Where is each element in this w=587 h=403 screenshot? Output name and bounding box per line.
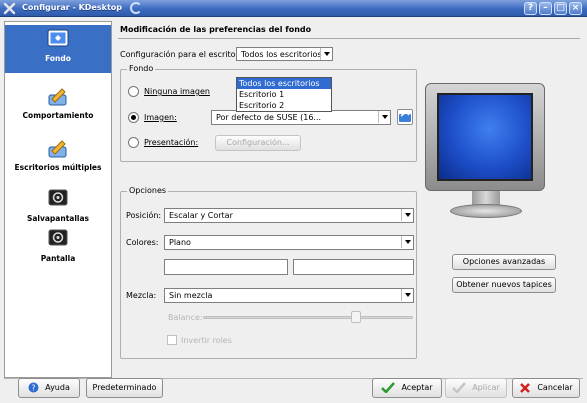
chevron-down-icon — [401, 289, 413, 301]
wallpaper-preview — [437, 93, 533, 181]
browse-image-button[interactable] — [397, 109, 413, 125]
image-select-value: Por defecto de SUSE (16... — [216, 113, 322, 122]
desktop-tools-icon — [48, 88, 67, 106]
sidebar: Fondo Comportamiento Escritorios múltipl… — [4, 21, 112, 378]
position-select-value: Escalar y Cortar — [169, 211, 233, 220]
open-folder-icon — [399, 110, 411, 122]
balance-label: Balance: — [168, 313, 203, 322]
help-button[interactable]: ? Ayuda — [18, 378, 80, 398]
slideshow-radio[interactable] — [128, 137, 139, 148]
cancel-button-label: Cancelar — [537, 383, 573, 392]
cancel-x-icon — [520, 382, 531, 393]
slideshow-label: Presentación: — [144, 138, 199, 147]
balance-slider-handle[interactable] — [351, 311, 361, 323]
desktop-selector-value: Todos los escritorios — [241, 50, 322, 59]
blend-label: Mezcla: — [126, 291, 157, 300]
slideshow-config-button[interactable]: Configuración... — [215, 135, 301, 151]
title-bar: Configurar - KDesktop ? – □ × — [0, 0, 587, 17]
monitor-base — [450, 204, 522, 218]
colors-select-value: Plano — [169, 238, 191, 247]
desktop-selector[interactable]: Todos los escritorios — [236, 47, 333, 61]
colors-select[interactable]: Plano — [164, 235, 414, 250]
cancel-button[interactable]: Cancelar — [512, 378, 580, 398]
sidebar-item-comportamiento[interactable]: Comportamiento — [5, 82, 111, 126]
window-title: Configurar - KDesktop — [22, 3, 122, 12]
chevron-down-icon — [401, 209, 413, 221]
sidebar-item-label: Comportamiento — [22, 111, 94, 120]
balance-slider[interactable] — [203, 316, 413, 319]
kde-tools-icon — [3, 2, 16, 15]
desktop-dropdown-menu: Todos los escritorios Escritorio 1 Escri… — [236, 77, 332, 112]
position-select[interactable]: Escalar y Cortar — [164, 208, 414, 223]
maximize-button[interactable]: □ — [554, 2, 567, 15]
sidebar-item-salvapantallas[interactable]: Salvapantallas — [5, 185, 111, 225]
no-image-radio[interactable] — [128, 86, 139, 97]
divider — [118, 38, 580, 39]
sidebar-item-label: Salvapantallas — [26, 214, 90, 223]
invert-roles-checkbox[interactable] — [167, 335, 177, 345]
get-new-wallpapers-button[interactable]: Obtener nuevos tapices — [452, 277, 556, 293]
page-title: Modificación de las preferencias del fon… — [120, 25, 312, 34]
apply-button[interactable]: Aplicar — [445, 378, 507, 398]
close-button[interactable]: × — [569, 2, 582, 15]
dropdown-option[interactable]: Todos los escritorios — [237, 78, 331, 89]
color2-field[interactable] — [293, 259, 414, 275]
sidebar-item-escritorios-multiples[interactable]: Escritorios múltiples — [5, 134, 111, 178]
monitor-preview — [425, 83, 545, 191]
checkmark-icon — [381, 382, 396, 393]
defaults-button[interactable]: Predeterminado — [86, 378, 163, 398]
sidebar-item-label: Fondo — [45, 54, 71, 63]
multiple-desktops-icon — [48, 140, 67, 158]
accept-button-label: Aceptar — [401, 383, 433, 392]
position-label: Posición: — [126, 211, 162, 220]
checkmark-icon — [452, 382, 467, 393]
screensaver-icon — [48, 189, 68, 206]
chevron-down-icon — [401, 236, 413, 248]
monitor-icon — [47, 29, 69, 47]
help-button-label: Ayuda — [45, 383, 70, 392]
opciones-group: Opciones Posición: Escalar y Cortar Colo… — [120, 186, 417, 359]
dialog-window: Fondo Comportamiento Escritorios múltipl… — [0, 17, 587, 403]
sidebar-item-fondo[interactable]: Fondo — [5, 25, 111, 73]
sidebar-item-pantalla[interactable]: Pantalla — [5, 225, 111, 265]
dropdown-option[interactable]: Escritorio 2 — [237, 100, 331, 111]
image-select[interactable]: Por defecto de SUSE (16... — [211, 110, 391, 125]
accept-button[interactable]: Aceptar — [372, 378, 442, 398]
window-swirl-icon — [130, 2, 142, 14]
svg-text:?: ? — [32, 383, 36, 392]
apply-button-label: Aplicar — [472, 383, 500, 392]
image-label: Imagen: — [144, 113, 177, 122]
invert-roles-label: Invertir roles — [181, 336, 232, 345]
no-image-label: Ninguna imagen — [144, 87, 210, 96]
dropdown-option[interactable]: Escritorio 1 — [237, 89, 331, 100]
opciones-group-title: Opciones — [127, 186, 169, 195]
display-icon — [48, 229, 68, 246]
blend-select-value: Sin mezcla — [169, 291, 213, 300]
help-title-button[interactable]: ? — [524, 2, 537, 15]
color1-field[interactable] — [164, 259, 288, 275]
sidebar-item-label: Escritorios múltiples — [14, 163, 102, 172]
blend-select[interactable]: Sin mezcla — [164, 288, 414, 303]
desktop-selector-label: Configuración para el escritorio: — [120, 50, 249, 59]
help-icon: ? — [28, 382, 39, 393]
main-content: Modificación de las preferencias del fon… — [118, 21, 584, 378]
chevron-down-icon — [320, 48, 332, 60]
advanced-options-button[interactable]: Opciones avanzadas — [452, 254, 556, 270]
chevron-down-icon — [378, 111, 390, 123]
minimize-button[interactable]: – — [539, 2, 552, 15]
sidebar-item-label: Pantalla — [40, 254, 76, 263]
colors-label: Colores: — [126, 238, 159, 247]
fondo-group-title: Fondo — [127, 64, 156, 73]
image-radio[interactable] — [128, 112, 139, 123]
